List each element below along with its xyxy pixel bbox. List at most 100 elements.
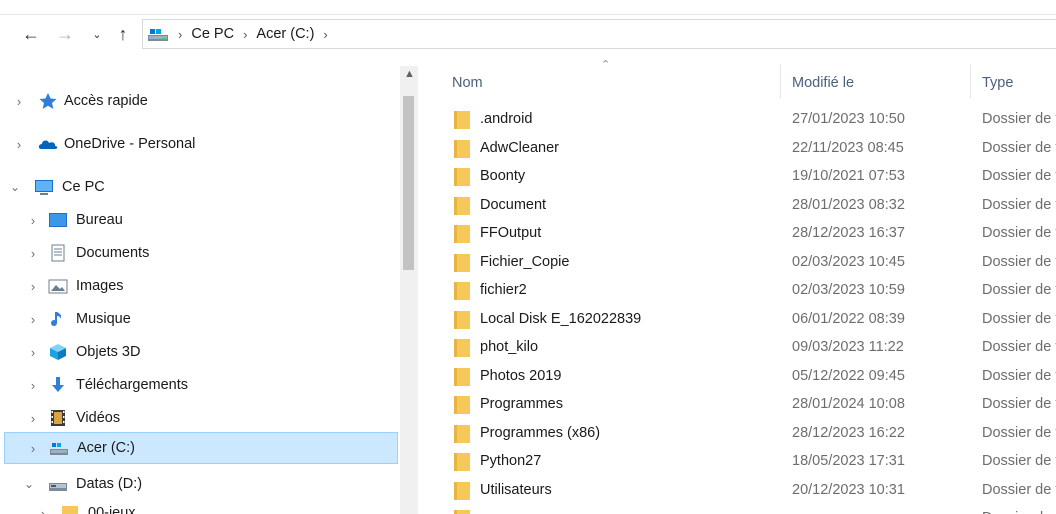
column-header-label: Type (982, 75, 1014, 91)
table-row[interactable]: Document 28/01/2023 08:32 Dossier de fichi… (448, 192, 1056, 220)
breadcrumb-ce-pc[interactable]: Ce PC (191, 26, 234, 42)
file-type: Dossier de fichiers (982, 225, 1056, 241)
column-header-modified[interactable]: Modifié le (792, 68, 972, 98)
video-icon (51, 410, 65, 426)
document-icon (51, 244, 65, 262)
nav-item-images[interactable]: › Images (0, 271, 398, 301)
breadcrumb-acer-c[interactable]: Acer (C:) (256, 26, 314, 42)
file-name: Python27 (480, 453, 542, 469)
nav-item-label: Musique (76, 311, 131, 327)
drive-icon (50, 443, 68, 455)
table-row[interactable]: Local Disk E_162022839 06/01/2022 08:39 Do… (448, 306, 1056, 334)
file-name: Programmes (480, 396, 563, 412)
file-type: Dossier de fichiers (982, 510, 1056, 514)
star-icon (39, 93, 57, 109)
file-name: FFOutput (480, 225, 542, 241)
nav-item-telechargements[interactable]: › Téléchargements (0, 370, 398, 400)
table-row[interactable]: FFOutput 28/12/2023 16:37 Dossier de fichi… (448, 220, 1056, 248)
nav-item-videos[interactable]: › Vidéos (0, 403, 398, 433)
nav-item-ce-pc[interactable]: ⌄ Ce PC (0, 172, 398, 202)
column-header-type[interactable]: Type (982, 68, 1056, 98)
table-row[interactable]: Programmes (x86) 28/12/2023 16:22 Dossier … (448, 420, 1056, 448)
chevron-down-icon[interactable]: ⌄ (22, 477, 36, 491)
chevron-right-icon[interactable]: › (26, 213, 40, 228)
file-name: Fichier_Copie (480, 253, 570, 270)
folder-icon (454, 282, 470, 300)
folder-icon (454, 453, 470, 471)
table-row[interactable]: fichier2 02/03/2023 10:59 Dossier de fichi… (448, 277, 1056, 305)
nav-item-bureau[interactable]: › Bureau (0, 205, 398, 235)
file-type: Dossier de fichiers (982, 424, 1056, 441)
file-name: Local Disk E_162022839 (480, 310, 642, 327)
chevron-right-icon[interactable]: › (26, 411, 40, 426)
table-row[interactable]: .android 27/01/2023 10:50 Dossier de fichi… (448, 106, 1056, 134)
scroll-up-icon[interactable]: ▲ (404, 68, 415, 80)
file-type: Dossier de fichiers (982, 310, 1056, 327)
column-divider[interactable] (780, 64, 781, 98)
nav-item-onedrive[interactable]: › OneDrive - Personal (0, 129, 398, 159)
breadcrumb-separator[interactable]: › (178, 27, 182, 42)
nav-item-00-jeux[interactable]: › 00-jeux (0, 498, 398, 514)
table-row[interactable]: Utilisateurs 20/12/2023 10:31 Dossier de f… (448, 477, 1056, 505)
nav-item-datas-d[interactable]: ⌄ Datas (D:) (0, 469, 398, 499)
pictures-icon (48, 279, 68, 294)
table-row[interactable]: Programmes 28/01/2024 10:08 Dossier de fic… (448, 391, 1056, 419)
back-button[interactable]: ← (20, 23, 42, 45)
file-type: Dossier de fichiers (982, 396, 1056, 412)
chevron-right-icon[interactable]: › (26, 345, 40, 360)
chevron-right-icon[interactable]: › (26, 246, 40, 261)
file-name: AdwCleaner (480, 139, 559, 156)
file-modified: 06/01/2022 08:39 (792, 310, 905, 327)
forward-button[interactable]: → (54, 23, 76, 45)
recent-locations-button[interactable]: ⌄ (86, 23, 108, 45)
table-row[interactable]: phot_kilo 09/03/2023 11:22 Dossier de fich… (448, 334, 1056, 362)
nav-item-label: Datas (D:) (76, 476, 143, 492)
file-modified: 22/11/2023 08:45 (792, 139, 904, 156)
chevron-down-icon: ⌄ (92, 28, 102, 41)
file-name: Document (480, 196, 547, 213)
nav-item-acer-c[interactable]: › Acer (C:) (4, 432, 398, 464)
folder-icon (454, 196, 470, 215)
address-bar[interactable]: › Ce PC › Acer (C:) › (142, 19, 1056, 49)
breadcrumb-separator[interactable]: › (243, 27, 247, 42)
file-type: Dossier de fichiers (982, 196, 1056, 213)
nav-item-label: OneDrive - Personal (64, 136, 196, 152)
column-divider[interactable] (970, 64, 971, 98)
file-type: Dossier de fichiers (982, 282, 1056, 298)
scrollbar-thumb[interactable] (403, 96, 414, 270)
chevron-right-icon[interactable]: › (36, 506, 50, 514)
chevron-right-icon[interactable]: › (12, 137, 26, 152)
chevron-right-icon[interactable]: › (26, 279, 40, 294)
table-row[interactable]: AdwCleaner 22/11/2023 08:45 Dossier de fic… (448, 135, 1056, 163)
table-row[interactable]: Fichier_Copie 02/03/2023 10:45 Dossier de … (448, 249, 1056, 277)
file-modified: 02/03/2023 10:59 (792, 282, 905, 298)
nav-item-musique[interactable]: › Musique (0, 304, 398, 334)
chevron-right-icon[interactable]: › (12, 94, 26, 109)
folder-icon (454, 310, 470, 329)
folder-icon (454, 111, 470, 129)
nav-item-documents[interactable]: › Documents (0, 238, 398, 268)
nav-item-label: Acer (C:) (77, 440, 135, 456)
column-header-name[interactable]: Nom (452, 68, 772, 98)
table-row[interactable]: Dossier de fichiers (448, 505, 1056, 514)
table-row[interactable]: Python27 18/05/2023 17:31 Dossier de fichi… (448, 448, 1056, 476)
nav-item-objets-3d[interactable]: › Objets 3D (0, 337, 398, 367)
file-type: Dossier de fichiers (982, 481, 1056, 498)
up-button[interactable]: ↑ (112, 23, 134, 45)
navigation-scrollbar[interactable]: ▲ (400, 66, 418, 514)
table-row[interactable]: Photos 2019 05/12/2022 09:45 Dossier de fi… (448, 363, 1056, 391)
file-modified: 28/12/2023 16:37 (792, 225, 905, 241)
table-row[interactable]: Boonty 19/10/2021 07:53 Dossier de fichier… (448, 163, 1056, 191)
nav-item-acces-rapide[interactable]: › Accès rapide (0, 86, 398, 116)
chevron-right-icon[interactable]: › (26, 378, 40, 393)
breadcrumb-separator[interactable]: › (323, 27, 327, 42)
file-name: Photos 2019 (480, 367, 562, 384)
chevron-down-icon[interactable]: ⌄ (8, 180, 22, 194)
folder-icon (454, 424, 470, 443)
chevron-right-icon[interactable]: › (26, 441, 40, 456)
download-icon (52, 377, 64, 392)
file-list: ⌃ Nom Modifié le Type .android 27/01/2023… (418, 54, 1056, 514)
chevron-right-icon[interactable]: › (26, 312, 40, 327)
column-header-label: Modifié le (792, 75, 855, 91)
computer-icon (35, 180, 53, 195)
